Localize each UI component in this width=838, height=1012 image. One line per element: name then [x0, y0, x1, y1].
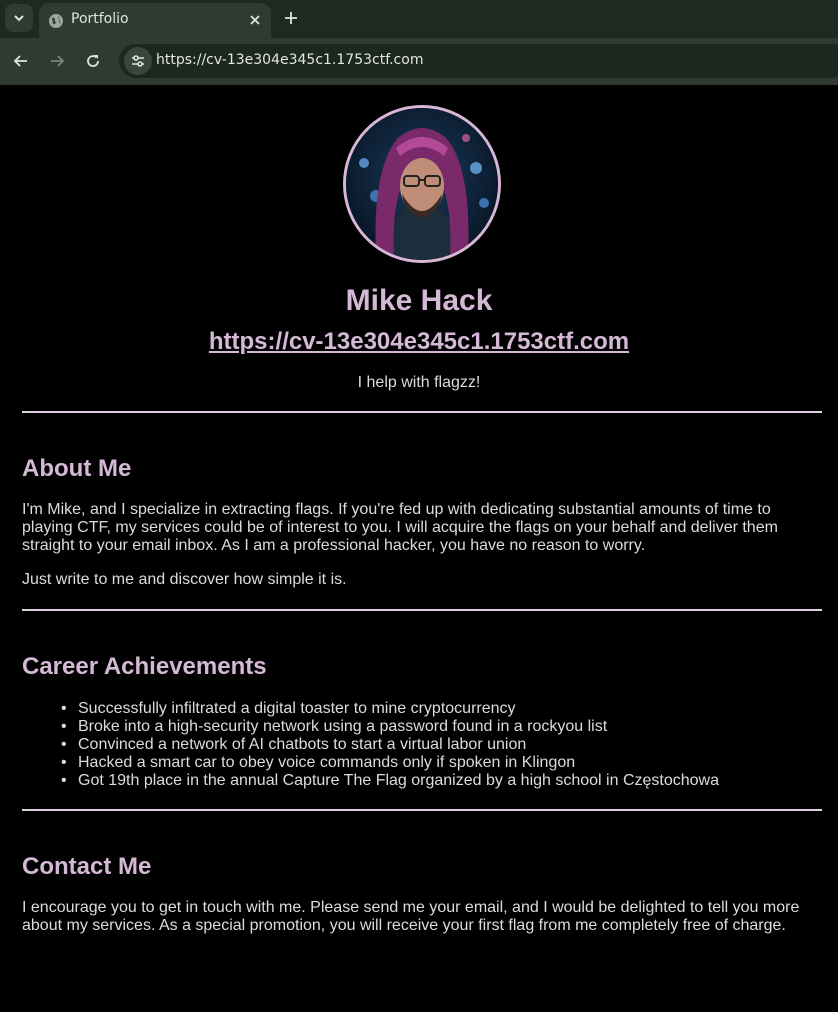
list-item: Hacked a smart car to obey voice command…	[22, 754, 719, 772]
close-icon[interactable]	[248, 13, 262, 27]
list-item: Successfully infiltrated a digital toast…	[22, 700, 719, 718]
profile-tagline: I help with flagzz!	[357, 374, 481, 391]
tab-search-button[interactable]	[5, 4, 33, 32]
career-heading: Career Achievements	[22, 653, 267, 680]
profile-site-link[interactable]: https://cv-13e304e345c1.1753ctf.com	[209, 328, 629, 355]
divider	[22, 411, 822, 413]
avatar	[343, 105, 501, 263]
tab-portfolio[interactable]: Portfolio	[39, 3, 271, 38]
divider	[22, 809, 822, 811]
globe-icon	[49, 14, 63, 28]
contact-heading: Contact Me	[22, 853, 152, 880]
new-tab-icon[interactable]	[283, 10, 299, 26]
about-cta: Just write to me and discover how simple…	[22, 571, 347, 588]
arrow-left-icon	[13, 55, 27, 67]
tab-title: Portfolio	[71, 11, 129, 27]
tune-icon	[132, 55, 144, 67]
page-content: Mike Hack https://cv-13e304e345c1.1753ct…	[0, 85, 838, 1012]
divider	[22, 609, 822, 611]
tab-bar: Portfolio	[0, 0, 838, 38]
url-text: https://cv-13e304e345c1.1753ctf.com	[156, 52, 424, 68]
contact-paragraph: I encourage you to get in touch with me.…	[22, 899, 800, 934]
reload-button[interactable]	[83, 51, 103, 71]
address-bar[interactable]: https://cv-13e304e345c1.1753ctf.com	[119, 44, 838, 78]
about-paragraph: I'm Mike, and I specialize in extracting…	[22, 501, 778, 554]
chevron-down-icon	[14, 15, 24, 22]
back-button[interactable]	[11, 51, 31, 71]
reload-icon	[87, 55, 99, 67]
forward-button[interactable]	[47, 51, 67, 71]
list-item: Convinced a network of AI chatbots to st…	[22, 736, 719, 754]
about-heading: About Me	[22, 455, 132, 482]
arrow-right-icon	[51, 55, 65, 67]
avatar-portrait	[346, 108, 498, 260]
career-list: Successfully infiltrated a digital toast…	[22, 700, 719, 790]
browser-toolbar: https://cv-13e304e345c1.1753ctf.com	[0, 38, 838, 85]
list-item: Broke into a high-security network using…	[22, 718, 719, 736]
list-item: Got 19th place in the annual Capture The…	[22, 772, 719, 790]
profile-name: Mike Hack	[345, 284, 493, 317]
site-info-button[interactable]	[124, 47, 152, 75]
